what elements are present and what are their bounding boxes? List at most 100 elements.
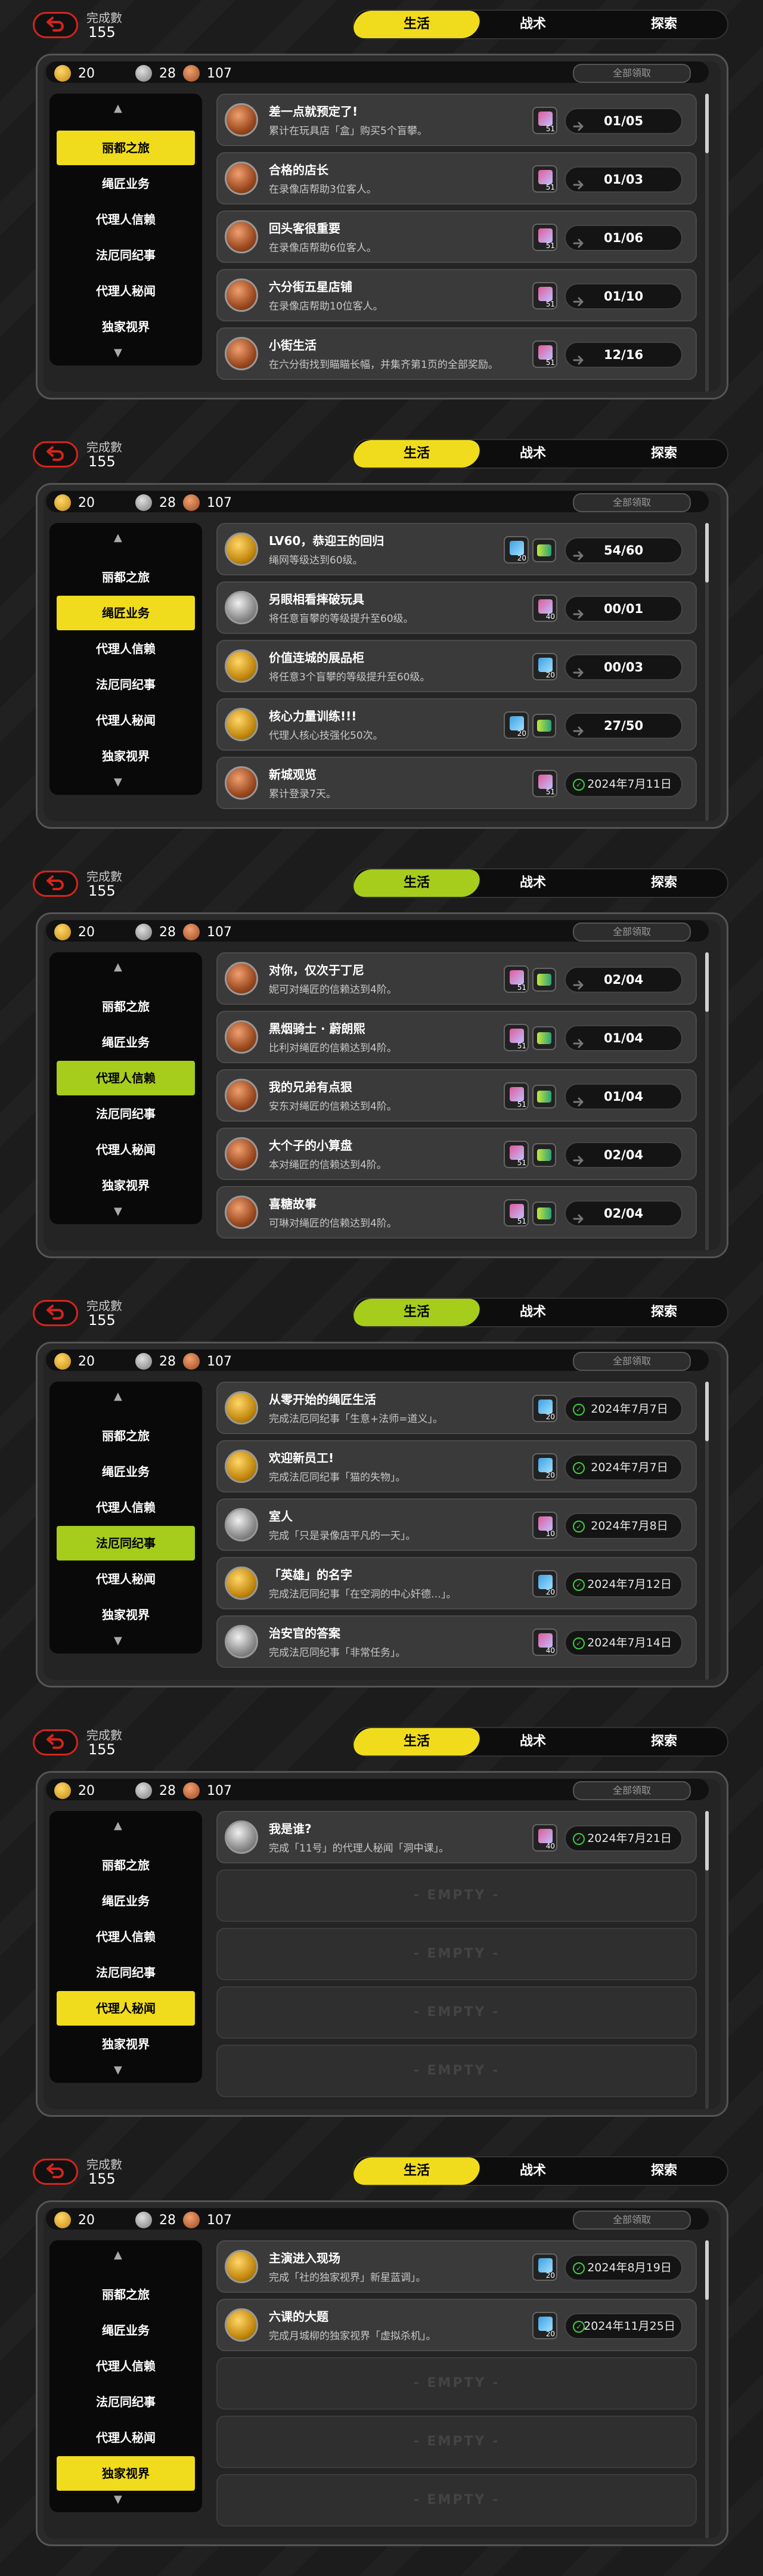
tab-tactics[interactable]: 战术 (473, 440, 593, 467)
scrollbar[interactable] (705, 94, 709, 392)
scroll-down-icon[interactable]: ▼ (114, 346, 122, 359)
task-row[interactable]: 主演进入现场 完成「社的独家视界」新星蓝调」。 20 ✓ 2024年8月19日 (216, 2240, 697, 2293)
category-item[interactable]: 代理人秘闻 (57, 1562, 195, 1596)
tab-life[interactable]: 生活 (351, 1728, 483, 1755)
task-row[interactable]: 回头客很重要 在录像店帮助6位客人。 51 01/06 (216, 210, 697, 263)
reward-item-icon[interactable]: 51 (532, 282, 557, 309)
scroll-down-icon[interactable]: ▼ (114, 2064, 122, 2076)
tab-explore[interactable]: 探索 (598, 1299, 730, 1326)
category-item[interactable]: 法厄同纪事 (57, 667, 195, 702)
back-button[interactable] (33, 441, 78, 467)
reward-item-icon[interactable]: 20 (532, 2253, 557, 2281)
scroll-down-icon[interactable]: ▼ (114, 1634, 122, 1647)
claim-all-button[interactable]: 全部領取 (573, 493, 691, 512)
task-row[interactable]: 室人 完成「只是录像店平凡的一天」。 10 ✓ 2024年7月8日 (216, 1498, 697, 1551)
scroll-up-icon[interactable]: ▲ (114, 961, 122, 973)
task-row[interactable]: 大个子的小算盘 本对绳匠的信赖达到4阶。 51 02/04 (216, 1128, 697, 1180)
scrollbar-thumb[interactable] (705, 1382, 709, 1441)
scroll-up-icon[interactable]: ▲ (114, 2249, 122, 2261)
category-item[interactable]: 绳匠业务 (57, 1884, 195, 1918)
scrollbar-thumb[interactable] (705, 1811, 709, 1871)
category-item[interactable]: 绳匠业务 (57, 2313, 195, 2348)
task-row[interactable]: 价值连城的展品柜 将任意3个盲攀的等级提升至60级。 20 00/03 (216, 640, 697, 692)
category-item[interactable]: 法厄同纪事 (57, 1097, 195, 1131)
claim-all-button[interactable]: 全部領取 (573, 1781, 691, 1800)
category-item[interactable]: 代理人秘闻 (57, 1991, 195, 2026)
category-item[interactable]: 丽都之旅 (57, 560, 195, 595)
category-item[interactable]: 代理人信赖 (57, 1919, 195, 1954)
category-item[interactable]: 独家视界 (57, 2456, 195, 2491)
tab-tactics[interactable]: 战术 (473, 1728, 593, 1755)
claim-all-button[interactable]: 全部領取 (573, 1352, 691, 1371)
tab-tactics[interactable]: 战术 (473, 2157, 593, 2185)
category-item[interactable]: 代理人信赖 (57, 1490, 195, 1525)
reward-item-icon[interactable]: 20 (532, 653, 557, 680)
back-button[interactable] (33, 2159, 78, 2185)
category-item[interactable]: 绳匠业务 (57, 596, 195, 630)
reward-item-icon[interactable]: 20 (532, 1395, 557, 1422)
task-row[interactable]: 六课的大题 完成月城柳的独家视界「虚拟杀机」。 20 ✓ 2024年11月25日 (216, 2299, 697, 2351)
reward-item-icon[interactable]: 51 (532, 107, 557, 134)
category-item[interactable]: 代理人秘闻 (57, 2420, 195, 2455)
reward-item-icon[interactable]: 51 (532, 340, 557, 368)
task-row[interactable]: 新城观览 累计登录7天。 51 ✓ 2024年7月11日 (216, 757, 697, 809)
tab-life[interactable]: 生活 (351, 2157, 483, 2185)
reward-ticket-icon[interactable] (532, 714, 556, 738)
category-item[interactable]: 独家视界 (57, 1168, 195, 1203)
tab-life[interactable]: 生活 (351, 11, 483, 38)
task-row[interactable]: 六分街五星店铺 在录像店帮助10位客人。 51 01/10 (216, 269, 697, 321)
reward-item-icon[interactable]: 51 (532, 770, 557, 797)
category-item[interactable]: 法厄同纪事 (57, 238, 195, 273)
scroll-down-icon[interactable]: ▼ (114, 776, 122, 788)
task-row[interactable]: 黑烟骑士 · 蔚朗熙 比利对绳匠的信赖达到4阶。 51 01/04 (216, 1011, 697, 1063)
task-row[interactable]: 我的兄弟有点狠 安东对绳匠的信赖达到4阶。 51 01/04 (216, 1069, 697, 1122)
task-row[interactable]: 治安官的答案 完成法厄同纪事「非常任务」。 40 ✓ 2024年7月14日 (216, 1615, 697, 1668)
reward-ticket-icon[interactable] (532, 1085, 556, 1109)
scroll-up-icon[interactable]: ▲ (114, 531, 122, 544)
reward-item-icon[interactable]: 51 (504, 1199, 529, 1227)
reward-item-icon[interactable]: 40 (532, 1824, 557, 1852)
category-item[interactable]: 丽都之旅 (57, 131, 195, 165)
tab-life[interactable]: 生活 (351, 1299, 483, 1326)
reward-item-icon[interactable]: 10 (532, 1512, 557, 1539)
category-item[interactable]: 独家视界 (57, 739, 195, 773)
reward-item-icon[interactable]: 20 (504, 536, 529, 564)
scrollbar-thumb[interactable] (705, 94, 709, 153)
reward-item-icon[interactable]: 40 (532, 595, 557, 622)
claim-all-button[interactable]: 全部領取 (573, 2210, 691, 2230)
reward-item-icon[interactable]: 51 (504, 965, 529, 993)
back-button[interactable] (33, 1729, 78, 1755)
scrollbar-thumb[interactable] (705, 523, 709, 583)
category-item[interactable]: 代理人信赖 (57, 631, 195, 666)
scroll-down-icon[interactable]: ▼ (114, 2493, 122, 2506)
task-row[interactable]: 对你，仅次于丁尼 妮可对绳匠的信赖达到4阶。 51 02/04 (216, 952, 697, 1005)
category-item[interactable]: 代理人秘闻 (57, 274, 195, 308)
category-item[interactable]: 丽都之旅 (57, 1848, 195, 1883)
category-item[interactable]: 绳匠业务 (57, 1025, 195, 1060)
scroll-up-icon[interactable]: ▲ (114, 1390, 122, 1402)
category-item[interactable]: 绳匠业务 (57, 166, 195, 201)
category-item[interactable]: 代理人信赖 (57, 1061, 195, 1095)
category-item[interactable]: 代理人信赖 (57, 202, 195, 237)
scrollbar[interactable] (705, 1382, 709, 1680)
tab-explore[interactable]: 探索 (598, 11, 730, 38)
category-item[interactable]: 法厄同纪事 (57, 1526, 195, 1561)
task-row[interactable]: 另眼相看摔破玩具 将任意盲攀的等级提升至60级。 40 00/01 (216, 581, 697, 634)
claim-all-button[interactable]: 全部領取 (573, 64, 691, 83)
reward-ticket-icon[interactable] (532, 538, 556, 562)
category-item[interactable]: 独家视界 (57, 309, 195, 344)
scrollbar[interactable] (705, 952, 709, 1250)
category-item[interactable]: 法厄同纪事 (57, 1955, 195, 1990)
scroll-down-icon[interactable]: ▼ (114, 1205, 122, 1218)
category-item[interactable]: 代理人信赖 (57, 2349, 195, 2383)
reward-item-icon[interactable]: 51 (532, 224, 557, 251)
task-row[interactable]: 合格的店长 在录像店帮助3位客人。 51 01/03 (216, 152, 697, 205)
reward-item-icon[interactable]: 40 (532, 1628, 557, 1656)
scroll-up-icon[interactable]: ▲ (114, 1819, 122, 1832)
task-row[interactable]: 欢迎新员工! 完成法厄同纪事「猫的失物」。 20 ✓ 2024年7月7日 (216, 1440, 697, 1493)
tab-tactics[interactable]: 战术 (473, 869, 593, 897)
reward-item-icon[interactable]: 51 (504, 1024, 529, 1051)
reward-item-icon[interactable]: 20 (532, 2312, 557, 2339)
category-item[interactable]: 绳匠业务 (57, 1454, 195, 1489)
reward-ticket-icon[interactable] (532, 1026, 556, 1050)
